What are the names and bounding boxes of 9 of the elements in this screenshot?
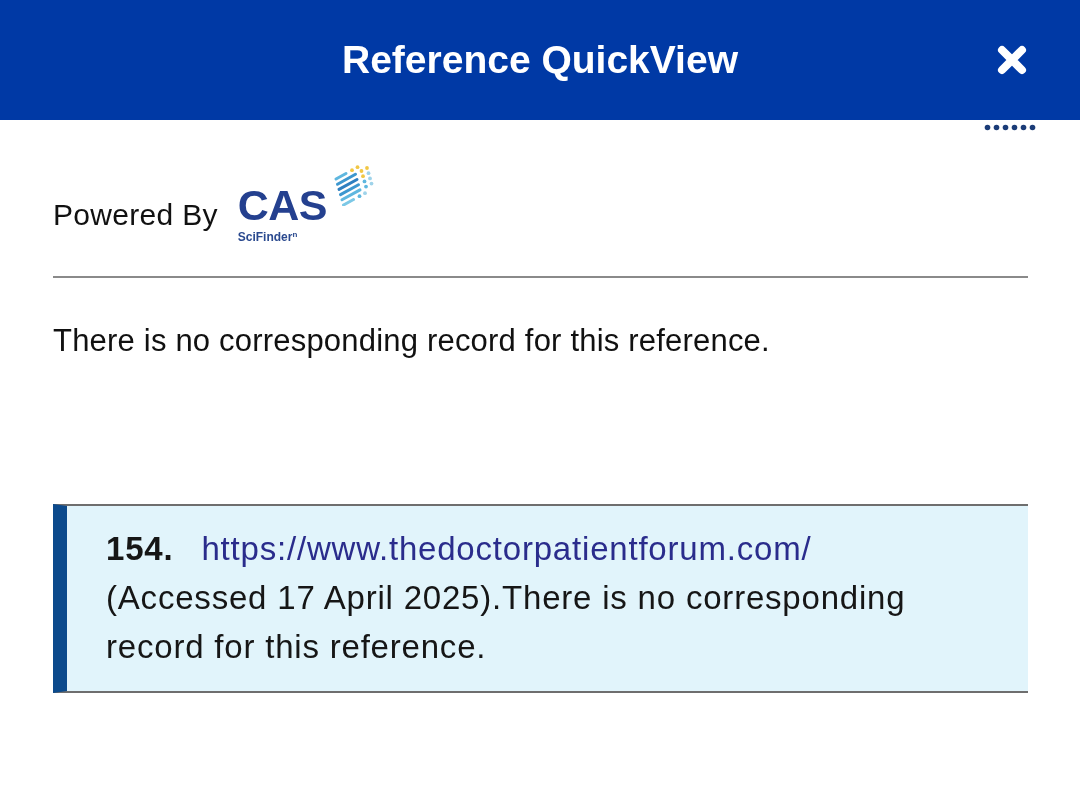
logo-wordmark: CAS [237,187,328,223]
status-message: There is no corresponding record for this reference. [53,323,771,359]
powered-by-label: Powered By [53,197,218,233]
reference-link[interactable]: https://www.thedoctorpatientforum.com/ [201,530,812,567]
logo-product-name: SciFinder$^{n}$ [237,229,299,245]
reference-text: 154. https://www.thedoctorpatientforum.com/ (Accessed 17 April 2025).There is no corresponding record for this reference. [106,529,907,667]
dialog-title: Reference QuickView [342,36,738,83]
close-icon [996,44,1028,76]
dots-icon [984,124,1038,131]
